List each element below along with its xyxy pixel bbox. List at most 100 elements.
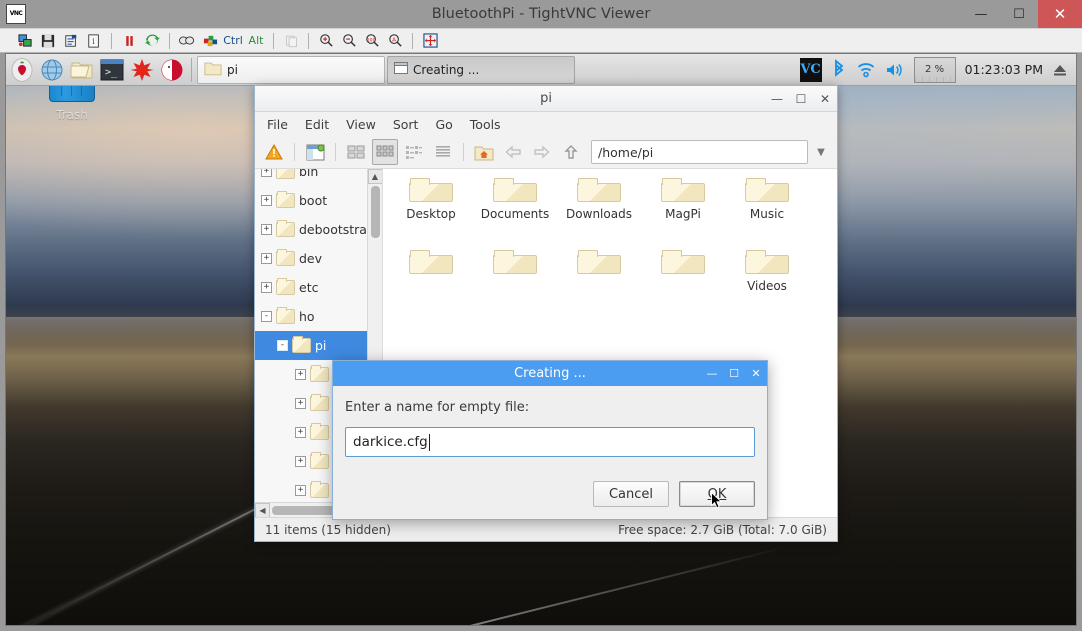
raspberry-menu-icon[interactable] (8, 56, 36, 84)
tree-item[interactable]: + dev (255, 244, 367, 273)
taskbar-button-creating[interactable]: Creating ... (387, 55, 575, 84)
folder-icon (276, 191, 295, 208)
separator (308, 32, 309, 49)
close-button[interactable]: ✕ (813, 86, 837, 112)
eject-icon[interactable] (1052, 62, 1068, 78)
expander-icon[interactable]: + (261, 224, 272, 235)
speaker-icon[interactable] (885, 61, 905, 79)
scroll-left-icon[interactable]: ◀ (255, 502, 270, 517)
home-icon[interactable] (471, 139, 497, 165)
minimize-button[interactable]: — (962, 0, 1000, 28)
file-manager-icon[interactable] (68, 56, 96, 84)
mathematica-icon[interactable] (128, 56, 156, 84)
view-compact-list-icon[interactable] (401, 139, 427, 165)
warning-icon[interactable] (261, 139, 287, 165)
tree-item-pi[interactable]: - pi (255, 331, 367, 360)
zoom-in-icon[interactable] (315, 30, 337, 51)
minimize-button[interactable]: — (701, 361, 723, 386)
menu-go[interactable]: Go (435, 117, 452, 132)
clock[interactable]: 01:23:03 PM (965, 62, 1043, 77)
expander-icon[interactable]: + (295, 427, 306, 438)
maximize-button[interactable]: ☐ (1000, 0, 1038, 28)
file-manager-titlebar: pi — ☐ ✕ (255, 86, 837, 112)
path-input[interactable]: /home/pi (591, 140, 808, 164)
vnc-server-tray-icon[interactable]: VC (799, 57, 822, 82)
terminal-icon[interactable]: >_ (98, 56, 126, 84)
menu-sort[interactable]: Sort (393, 117, 419, 132)
expander-icon[interactable]: - (277, 340, 288, 351)
fullscreen-icon[interactable] (419, 30, 441, 51)
save-session-icon[interactable] (37, 30, 59, 51)
system-tray: VC 2 % 01:23:03 PM (799, 56, 1074, 83)
separator (273, 32, 274, 49)
file-item[interactable]: Downloads (557, 178, 641, 251)
alt-key-button[interactable]: Alt (245, 30, 267, 51)
minimize-button[interactable]: — (765, 86, 789, 112)
new-tab-icon[interactable] (302, 139, 328, 165)
refresh-icon[interactable] (141, 30, 163, 51)
tree-item[interactable]: + boot (255, 186, 367, 215)
expander-icon[interactable]: + (295, 398, 306, 409)
menu-view[interactable]: View (346, 117, 376, 132)
tree-item[interactable]: - ho (255, 302, 367, 331)
file-item[interactable]: Documents (473, 178, 557, 251)
zoom-100-icon[interactable]: 100 (361, 30, 383, 51)
file-item[interactable] (557, 250, 641, 323)
wolfram-icon[interactable] (158, 56, 186, 84)
maximize-button[interactable]: ☐ (723, 361, 745, 386)
filename-input[interactable]: darkice.cfg (345, 427, 755, 457)
pause-icon[interactable] (118, 30, 140, 51)
expander-icon[interactable]: + (295, 369, 306, 380)
expander-icon[interactable]: + (261, 169, 272, 177)
expander-icon[interactable]: + (261, 253, 272, 264)
tree-item-label: boot (299, 193, 328, 208)
file-item[interactable]: Videos (725, 250, 809, 323)
ctrl-esc-icon[interactable] (199, 30, 221, 51)
view-detailed-list-icon[interactable] (430, 139, 456, 165)
tightvnc-viewer-window: VNC BluetoothPi - TightVNC Viewer — ☐ ✕ … (0, 0, 1082, 631)
file-item[interactable]: MagPi (641, 178, 725, 251)
tree-item[interactable]: + bin (255, 169, 367, 186)
up-icon[interactable] (558, 139, 584, 165)
menu-tools[interactable]: Tools (470, 117, 501, 132)
file-item[interactable]: Desktop (389, 178, 473, 251)
expander-icon[interactable]: + (261, 195, 272, 206)
new-connection-icon[interactable] (14, 30, 36, 51)
chevron-down-icon[interactable]: ▼ (811, 147, 831, 158)
web-browser-icon[interactable] (38, 56, 66, 84)
ctrl-key-button[interactable]: Ctrl (222, 30, 244, 51)
connection-info-icon[interactable]: i (83, 30, 105, 51)
scroll-up-icon[interactable]: ▲ (367, 169, 382, 184)
connection-options-icon[interactable] (60, 30, 82, 51)
folder-icon (204, 61, 222, 79)
separator (191, 57, 192, 82)
separator (294, 143, 295, 161)
close-button[interactable]: ✕ (745, 361, 767, 386)
taskbar-button-pi[interactable]: pi (197, 55, 385, 84)
expander-icon[interactable]: + (295, 456, 306, 467)
remote-desktop-area[interactable]: Trash >_ pi Creating ... VC 2 % 01:23:03… (5, 53, 1077, 626)
file-item[interactable] (473, 250, 557, 323)
cpu-usage-meter[interactable]: 2 % (913, 56, 956, 83)
file-item[interactable] (389, 250, 473, 323)
zoom-auto-icon[interactable]: A (384, 30, 406, 51)
wifi-icon[interactable] (856, 61, 876, 79)
zoom-out-icon[interactable] (338, 30, 360, 51)
expander-icon[interactable]: - (261, 311, 272, 322)
menu-file[interactable]: File (267, 117, 288, 132)
expander-icon[interactable]: + (295, 485, 306, 496)
ok-button[interactable]: OK (679, 481, 755, 507)
ctrl-alt-del-icon[interactable] (176, 30, 198, 51)
tree-item[interactable]: + debootstra (255, 215, 367, 244)
view-thumbnail-icon[interactable] (343, 139, 369, 165)
cancel-button[interactable]: Cancel (593, 481, 669, 507)
expander-icon[interactable]: + (261, 282, 272, 293)
view-icon-grid-icon[interactable] (372, 139, 398, 165)
file-item[interactable] (641, 250, 725, 323)
maximize-button[interactable]: ☐ (789, 86, 813, 112)
tree-item[interactable]: + etc (255, 273, 367, 302)
close-button[interactable]: ✕ (1038, 0, 1082, 28)
file-item[interactable]: Music (725, 178, 809, 251)
menu-edit[interactable]: Edit (305, 117, 329, 132)
bluetooth-icon[interactable] (831, 58, 847, 81)
